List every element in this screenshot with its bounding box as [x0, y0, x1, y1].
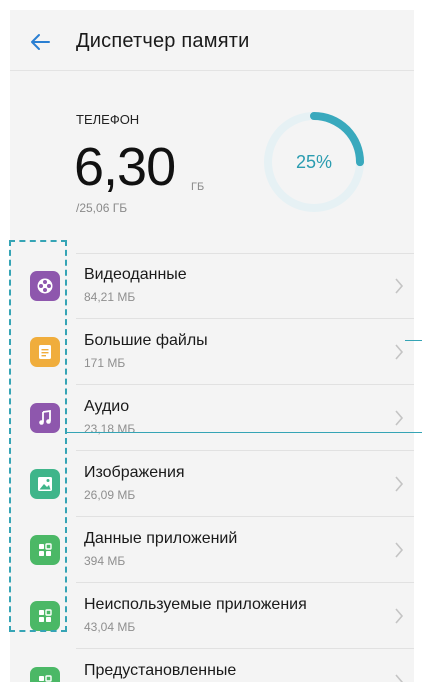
list-item-size: 43,04 МБ	[84, 620, 136, 634]
callout-line	[405, 340, 422, 341]
apps-grid-icon	[30, 667, 60, 682]
list-item-label: Изображения	[84, 464, 185, 481]
chevron-right-icon	[395, 542, 404, 558]
list-item-video[interactable]: Видеоданные 84,21 МБ	[10, 253, 414, 319]
back-arrow-icon[interactable]	[28, 30, 52, 54]
apps-grid-icon	[30, 535, 60, 565]
list-item-label: Большие файлы	[84, 332, 208, 349]
chevron-right-icon	[395, 608, 404, 624]
list-item-size: 394 МБ	[84, 554, 126, 568]
list-item-size: 23,18 МБ	[84, 422, 136, 436]
list-item-size: 26,09 МБ	[84, 488, 136, 502]
music-note-icon	[30, 403, 60, 433]
chevron-right-icon	[395, 674, 404, 682]
list-item-unused-apps[interactable]: Неиспользуемые приложения 43,04 МБ	[10, 583, 414, 649]
image-icon	[30, 469, 60, 499]
list-item-size: 84,21 МБ	[84, 290, 136, 304]
list-item-app-data[interactable]: Данные приложений 394 МБ	[10, 517, 414, 583]
storage-percent: 25%	[295, 151, 333, 172]
document-icon	[30, 337, 60, 367]
list-item-label: Предустановленные	[84, 662, 237, 679]
storage-used-unit: ГБ	[191, 181, 205, 193]
chevron-right-icon	[395, 344, 404, 360]
storage-total: /25,06 ГБ	[76, 201, 128, 215]
page-title: Диспетчер памяти	[76, 30, 250, 52]
storage-used-value: 6,30	[74, 137, 176, 197]
memory-manager-screen: Диспетчер памяти ТЕЛЕФОН 6,30 ГБ /25,06 …	[10, 10, 414, 682]
callout-line	[66, 432, 422, 433]
chevron-right-icon	[395, 476, 404, 492]
list-item-label: Неиспользуемые приложения	[84, 596, 307, 613]
apps-grid-icon	[30, 601, 60, 631]
video-reel-icon	[30, 271, 60, 301]
list-item-label: Данные приложений	[84, 530, 238, 547]
list-item-preinstalled[interactable]: Предустановленные	[10, 649, 414, 682]
list-item-audio[interactable]: Аудио 23,18 МБ	[10, 385, 414, 451]
list-item-large-files[interactable]: Большие файлы 171 МБ	[10, 319, 414, 385]
list-item-label: Аудио	[84, 398, 130, 415]
list-item-images[interactable]: Изображения 26,09 МБ	[10, 451, 414, 517]
list-item-size: 171 МБ	[84, 356, 126, 370]
storage-categories-list: Видеоданные 84,21 МБ Большие файлы 171 М…	[10, 253, 414, 682]
chevron-right-icon	[395, 410, 404, 426]
chevron-right-icon	[395, 278, 404, 294]
app-header: Диспетчер памяти	[10, 10, 414, 71]
storage-label: ТЕЛЕФОН	[76, 112, 140, 127]
list-item-label: Видеоданные	[84, 266, 187, 283]
